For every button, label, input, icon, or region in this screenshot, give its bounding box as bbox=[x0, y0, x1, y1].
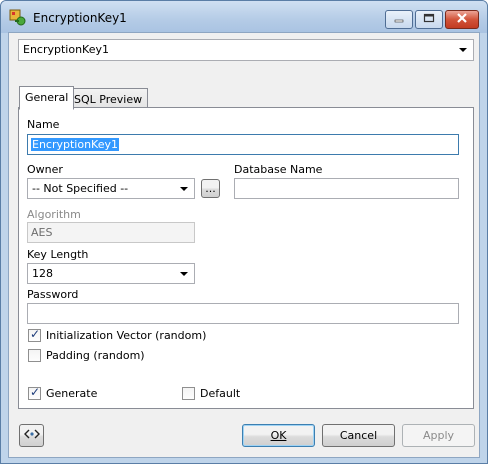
owner-browse-button[interactable]: ... bbox=[201, 179, 220, 198]
encryption-key-icon bbox=[9, 9, 27, 27]
database-name-label: Database Name bbox=[234, 163, 323, 176]
minimize-icon bbox=[394, 13, 404, 26]
key-length-value: 128 bbox=[32, 267, 53, 280]
tab-general-label: General bbox=[25, 91, 69, 104]
name-field[interactable]: EncryptionKey1 bbox=[27, 134, 459, 155]
database-name-field[interactable] bbox=[234, 178, 459, 199]
checkmark-icon: ✓ bbox=[30, 327, 41, 341]
window-title: EncryptionKey1 bbox=[33, 11, 127, 25]
password-label: Password bbox=[27, 288, 79, 301]
default-checkbox[interactable] bbox=[182, 387, 195, 400]
chevron-down-icon bbox=[459, 48, 467, 52]
key-length-select[interactable]: 128 bbox=[27, 263, 195, 284]
key-length-label: Key Length bbox=[27, 248, 89, 261]
apply-button-label: Apply bbox=[422, 429, 455, 442]
owner-browse-label: ... bbox=[205, 182, 216, 195]
owner-label: Owner bbox=[27, 163, 63, 176]
algorithm-label: Algorithm bbox=[27, 208, 81, 221]
padding-checkbox[interactable] bbox=[28, 349, 41, 362]
code-toggle-icon bbox=[23, 428, 40, 443]
generate-checkbox[interactable]: ✓ bbox=[28, 385, 41, 400]
algorithm-value: AES bbox=[31, 226, 53, 239]
minimize-button[interactable] bbox=[385, 10, 413, 29]
ok-button[interactable]: OK bbox=[242, 424, 315, 447]
name-field-value: EncryptionKey1 bbox=[31, 138, 119, 151]
close-button[interactable] bbox=[445, 10, 479, 29]
maximize-icon bbox=[423, 13, 435, 26]
script-toggle-button[interactable] bbox=[19, 424, 44, 447]
algorithm-field: AES bbox=[27, 222, 195, 243]
chevron-down-icon bbox=[180, 187, 188, 191]
title-bar[interactable]: EncryptionKey1 bbox=[1, 1, 487, 33]
padding-label: Padding (random) bbox=[46, 349, 145, 362]
owner-select[interactable]: -- Not Specified -- bbox=[27, 178, 195, 199]
chevron-down-icon bbox=[180, 272, 188, 276]
close-icon bbox=[456, 13, 468, 26]
checkmark-icon: ✓ bbox=[30, 385, 41, 399]
default-label: Default bbox=[200, 387, 241, 400]
cancel-button-label: Cancel bbox=[339, 429, 378, 442]
dialog-window: EncryptionKey1 EncryptionKey1 General SQ… bbox=[0, 0, 488, 464]
apply-button[interactable]: Apply bbox=[402, 424, 475, 447]
tab-sql-preview-label: SQL Preview bbox=[74, 93, 143, 106]
cancel-button[interactable]: Cancel bbox=[322, 424, 395, 447]
object-selector[interactable]: EncryptionKey1 bbox=[18, 39, 474, 61]
initialization-vector-label: Initialization Vector (random) bbox=[46, 329, 207, 342]
maximize-button[interactable] bbox=[415, 10, 443, 29]
object-selector-value: EncryptionKey1 bbox=[23, 43, 109, 56]
tab-general[interactable]: General bbox=[19, 86, 75, 110]
initialization-vector-checkbox[interactable]: ✓ bbox=[28, 327, 41, 342]
general-tab-panel: Name EncryptionKey1 Owner -- Not Specifi… bbox=[18, 107, 474, 409]
dialog-client-area: EncryptionKey1 General SQL Preview Name … bbox=[8, 32, 480, 458]
owner-select-value: -- Not Specified -- bbox=[32, 182, 129, 195]
ok-button-label: OK bbox=[270, 429, 287, 442]
password-field[interactable] bbox=[27, 303, 459, 324]
generate-label: Generate bbox=[46, 387, 98, 400]
name-label: Name bbox=[27, 118, 60, 131]
